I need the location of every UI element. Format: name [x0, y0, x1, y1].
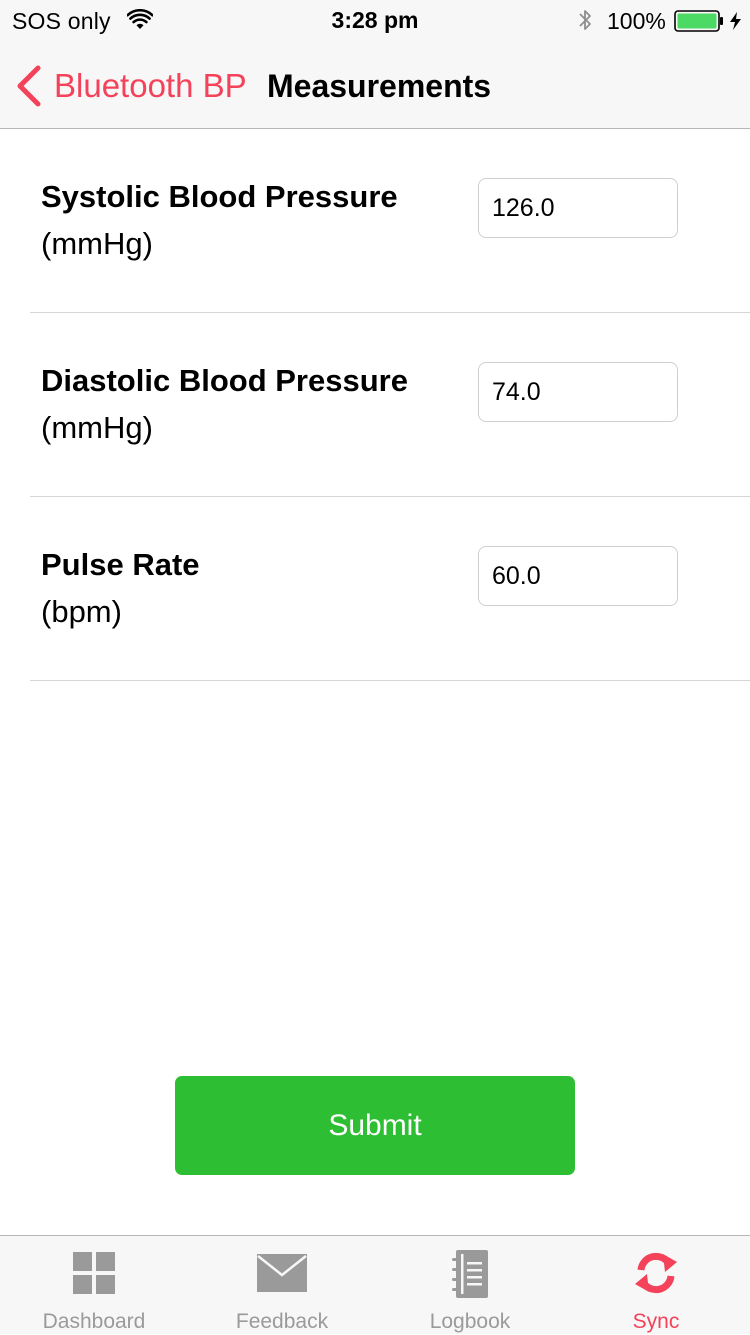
tab-feedback-label: Feedback	[235, 1310, 329, 1333]
diastolic-row: Diastolic Blood Pressure (mmHg)	[30, 313, 750, 497]
sync-icon	[635, 1252, 677, 1294]
systolic-input[interactable]	[478, 178, 678, 238]
status-bar: SOS only 3:28 pm 100%	[0, 0, 750, 40]
tab-feedback[interactable]: Feedback	[188, 1236, 376, 1335]
systolic-label: Systolic Blood Pressure	[41, 179, 398, 214]
back-button-label: Bluetooth BP	[54, 67, 247, 104]
page-title: Measurements	[267, 68, 492, 104]
tab-dashboard-label: Dashboard	[42, 1310, 146, 1333]
tab-sync-label: Sync	[632, 1310, 680, 1333]
diastolic-input[interactable]	[478, 362, 678, 422]
diastolic-label: Diastolic Blood Pressure	[41, 363, 408, 398]
bluetooth-icon	[579, 10, 591, 30]
tab-logbook-label: Logbook	[429, 1310, 511, 1333]
tab-sync[interactable]: Sync	[562, 1236, 750, 1335]
systolic-unit: (mmHg)	[41, 226, 153, 261]
notebook-icon	[452, 1250, 488, 1298]
battery-charging-icon	[674, 10, 741, 32]
tab-logbook[interactable]: Logbook	[376, 1236, 564, 1335]
pulse-rate-row: Pulse Rate (bpm)	[30, 497, 750, 681]
envelope-icon	[257, 1254, 307, 1292]
back-button[interactable]: Bluetooth BP	[14, 64, 247, 108]
chevron-left-icon	[17, 65, 41, 107]
pulse-rate-unit: (bpm)	[41, 594, 122, 629]
systolic-row: Systolic Blood Pressure (mmHg)	[30, 129, 750, 313]
tab-bar: Dashboard Feedback Logbook Sync	[0, 1235, 750, 1334]
dashboard-grid-icon	[73, 1252, 115, 1294]
pulse-rate-label: Pulse Rate	[41, 547, 200, 582]
diastolic-unit: (mmHg)	[41, 410, 153, 445]
battery-percent-label: 100%	[607, 8, 666, 34]
pulse-rate-input[interactable]	[478, 546, 678, 606]
navigation-bar: Bluetooth BP Measurements	[0, 40, 750, 129]
measurements-form: Systolic Blood Pressure (mmHg) Diastolic…	[0, 129, 750, 681]
tab-dashboard[interactable]: Dashboard	[0, 1236, 188, 1335]
submit-button[interactable]: Submit	[175, 1076, 575, 1175]
